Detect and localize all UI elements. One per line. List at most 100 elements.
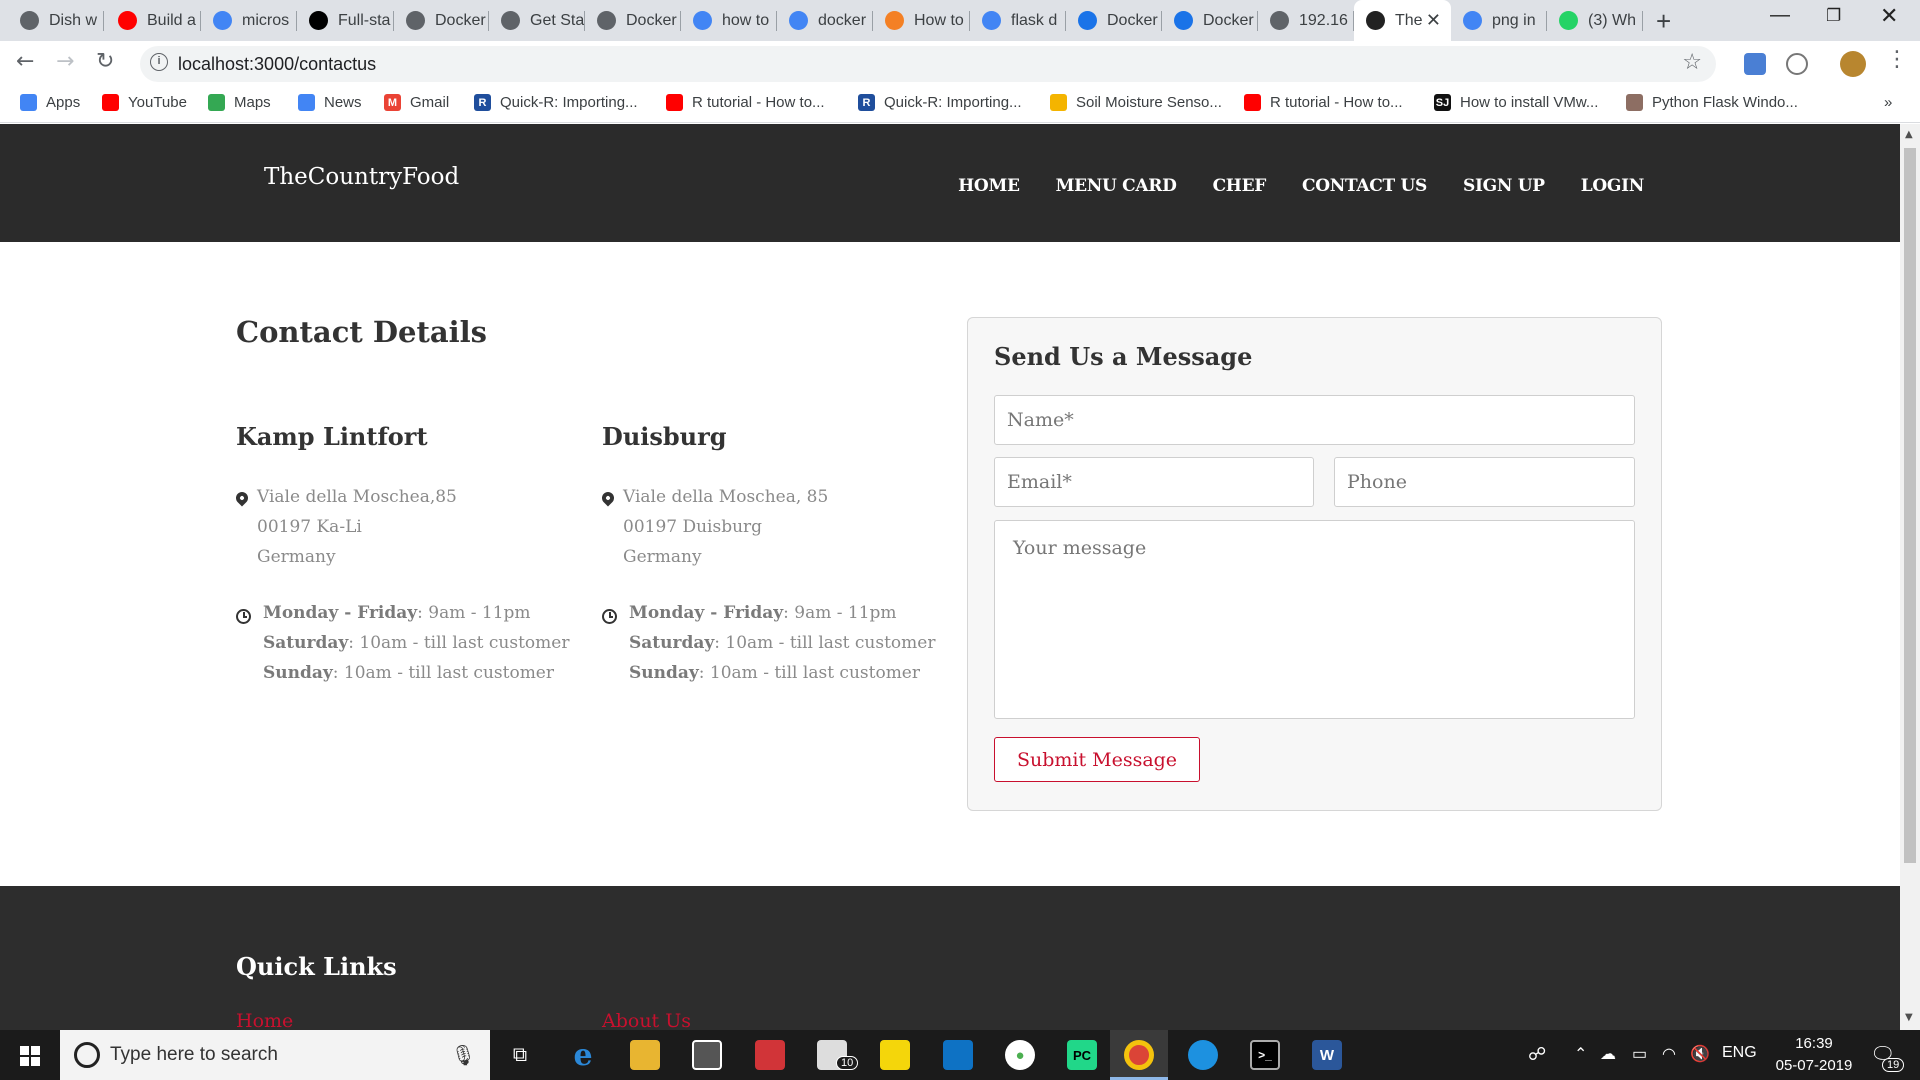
forward-icon[interactable]: → (56, 49, 74, 74)
phone-input[interactable] (1334, 457, 1635, 507)
browser-tab[interactable]: (3) Wh (1547, 0, 1643, 41)
browser-tab[interactable]: flask d (970, 0, 1066, 41)
bookmark-label: Soil Moisture Senso... (1076, 94, 1222, 111)
file-explorer-icon[interactable] (630, 1040, 660, 1070)
clock-date[interactable]: 05-07-2019 (1769, 1057, 1859, 1074)
task-view-icon[interactable]: ⧉ (505, 1040, 535, 1070)
hours-time: : 10am - till last customer (698, 663, 920, 683)
gift-app-icon[interactable] (755, 1040, 785, 1070)
nav-login[interactable]: LOGIN (1581, 176, 1645, 196)
bookmarks-overflow-button[interactable]: » (1884, 94, 1892, 111)
clock-time[interactable]: 16:39 (1779, 1035, 1849, 1052)
nav-sign-up[interactable]: SIGN UP (1463, 176, 1545, 196)
pycharm-icon[interactable]: PC (1067, 1040, 1097, 1070)
browser-tab[interactable]: The ✕ (1354, 0, 1451, 41)
bookmark-item[interactable]: R Quick-R: Importing... (858, 94, 1022, 111)
bookmark-item[interactable]: R tutorial - How to... (1244, 94, 1403, 111)
bookmark-label: Quick-R: Importing... (884, 94, 1022, 111)
nav-home[interactable]: HOME (958, 176, 1020, 196)
google-icon (1463, 11, 1482, 30)
onedrive-icon[interactable]: ☁ (1600, 1044, 1616, 1064)
nav-contact-us[interactable]: CONTACT US (1302, 176, 1427, 196)
extension-icon[interactable] (1786, 53, 1808, 75)
close-tab-icon[interactable]: ✕ (1426, 10, 1441, 31)
docker-icon (597, 11, 616, 30)
tray-overflow-icon[interactable]: ⌃ (1574, 1044, 1587, 1064)
submit-message-button[interactable]: Submit Message (994, 737, 1200, 782)
reload-icon[interactable]: ↻ (96, 49, 114, 74)
bookmark-item[interactable]: R Quick-R: Importing... (474, 94, 638, 111)
globe-icon (20, 11, 39, 30)
bookmark-item[interactable]: YouTube (102, 94, 187, 111)
brand-logo[interactable]: TheCountryFood (264, 164, 459, 190)
terminal-icon[interactable]: >_ (1250, 1040, 1280, 1070)
scrollbar-thumb[interactable] (1904, 148, 1916, 863)
url-text[interactable]: localhost:3000/contactus (178, 54, 376, 75)
microphone-icon[interactable]: 🎙 (451, 1043, 476, 1067)
browser-tab[interactable]: 192.16 (1258, 0, 1354, 41)
browser-tab[interactable]: micros (201, 0, 297, 41)
bookmark-item[interactable]: Soil Moisture Senso... (1050, 94, 1222, 111)
minimize-icon[interactable]: — (1770, 4, 1790, 27)
wifi-icon[interactable]: ◠ (1662, 1044, 1676, 1064)
people-icon[interactable]: ☍ (1528, 1044, 1546, 1065)
bookmark-item[interactable]: M Gmail (384, 94, 449, 111)
volume-muted-icon[interactable]: 🔇 (1690, 1044, 1710, 1064)
scroll-up-arrow-icon[interactable]: ▲ (1905, 129, 1913, 140)
profile-avatar[interactable] (1840, 51, 1866, 77)
translate-extension-icon[interactable] (1744, 53, 1766, 75)
bookmark-item[interactable]: News (298, 94, 362, 111)
sticky-notes-icon[interactable] (880, 1040, 910, 1070)
browser-tab[interactable]: How to (873, 0, 970, 41)
tab-label: flask d (1011, 11, 1058, 29)
footer-link-home[interactable]: Home (236, 1010, 293, 1030)
maximize-icon[interactable]: ❐ (1826, 6, 1841, 26)
browser-tab[interactable]: Get Sta (489, 0, 585, 41)
message-textarea[interactable] (994, 520, 1635, 719)
browser-tab[interactable]: Full-sta (297, 0, 394, 41)
browser-tab[interactable]: how to (681, 0, 777, 41)
name-input[interactable] (994, 395, 1635, 445)
omnibox[interactable]: i localhost:3000/contactus ☆ (140, 46, 1716, 82)
email-input[interactable] (994, 457, 1314, 507)
browser-tab[interactable]: Docker (585, 0, 681, 41)
new-tab-button[interactable]: + (1656, 6, 1671, 37)
browser-tab[interactable]: png in (1451, 0, 1547, 41)
close-window-icon[interactable]: ✕ (1880, 3, 1898, 29)
bookmark-item[interactable]: Maps (208, 94, 271, 111)
browser-tab[interactable]: Docker (394, 0, 489, 41)
browser-tab[interactable]: docker (777, 0, 873, 41)
chrome-icon[interactable] (1124, 1040, 1154, 1070)
bookmark-item[interactable]: R tutorial - How to... (666, 94, 825, 111)
back-icon[interactable]: ← (16, 49, 34, 74)
page-scrollbar[interactable]: ▲ ▼ (1900, 124, 1920, 1030)
browser-tab[interactable]: Dish w (8, 0, 104, 41)
bookmark-star-icon[interactable]: ☆ (1682, 50, 1702, 75)
footer-link-about-us[interactable]: About Us (602, 1010, 691, 1030)
browser-tab[interactable]: Docker (1066, 0, 1162, 41)
edge-icon[interactable]: e (568, 1038, 598, 1073)
vscode-icon[interactable] (943, 1040, 973, 1070)
bookmark-item[interactable]: SJ How to install VMw... (1434, 94, 1598, 111)
bookmark-item[interactable]: Python Flask Windo... (1626, 94, 1798, 111)
language-indicator[interactable]: ENG (1722, 1044, 1757, 1062)
site-info-icon[interactable]: i (150, 53, 168, 71)
docker-app-icon[interactable] (1188, 1040, 1218, 1070)
tab-label: Docker (1203, 11, 1254, 29)
tab-label: (3) Wh (1588, 11, 1636, 29)
nav-chef[interactable]: CHEF (1213, 176, 1267, 196)
taskbar-search[interactable]: Type here to search 🎙 (60, 1030, 490, 1080)
bookmark-item[interactable]: Apps (20, 94, 80, 111)
word-icon[interactable]: W (1312, 1040, 1342, 1070)
start-button[interactable] (0, 1030, 60, 1080)
battery-icon[interactable]: ▭ (1632, 1044, 1647, 1064)
browser-menu-icon[interactable]: ⋮ (1886, 47, 1908, 72)
store-icon[interactable] (692, 1040, 722, 1070)
browser-tab[interactable]: Docker (1162, 0, 1258, 41)
tab-label: Get Sta (530, 11, 585, 29)
mongodb-icon[interactable]: ● (1005, 1040, 1035, 1070)
browser-tab[interactable]: Build a (106, 0, 201, 41)
scroll-down-arrow-icon[interactable]: ▼ (1905, 1012, 1913, 1023)
nav-menu-card[interactable]: MENU CARD (1056, 176, 1177, 196)
search-placeholder: Type here to search (110, 1044, 278, 1065)
